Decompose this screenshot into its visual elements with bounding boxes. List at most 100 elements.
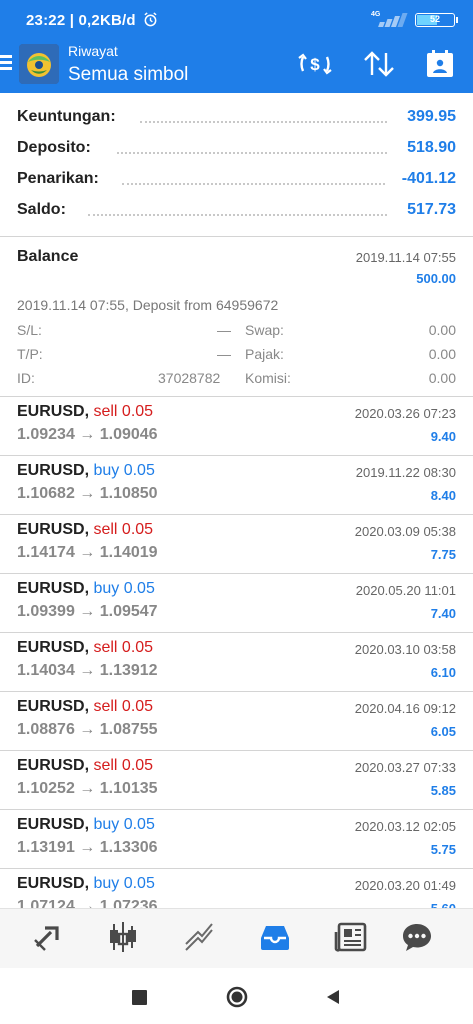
deal-prices: 1.09399 → 1.09547 (17, 603, 158, 620)
summary-row-deposit: Deposito: 518.90 (0, 131, 473, 162)
deal-date: 2020.03.26 07:23 (354, 406, 456, 421)
chart-icon[interactable] (103, 919, 143, 955)
deal-symbol: EURUSD, buy 0.05 (17, 580, 155, 598)
deal-symbol: EURUSD, sell 0.05 (17, 757, 153, 775)
deal-side: sell 0.05 (93, 639, 154, 656)
deal-date: 2020.03.10 03:58 (354, 642, 456, 657)
deal-prices: 1.13191 → 1.13306 (17, 839, 158, 856)
home-icon[interactable] (222, 982, 252, 1012)
menu-icon[interactable] (0, 52, 14, 76)
status-bar: 23:22 | 0,2KB/d 4G 52 (0, 0, 473, 40)
battery-icon: 52 (415, 13, 458, 27)
deal-symbol: EURUSD, buy 0.05 (17, 462, 155, 480)
sl-value: — (217, 322, 231, 338)
symbol-text: EURUSD, (17, 462, 90, 479)
trade-icon[interactable] (179, 919, 219, 955)
deal-profit: 5.75 (430, 842, 456, 857)
deal-symbol: EURUSD, buy 0.05 (17, 875, 155, 893)
back-icon[interactable] (318, 982, 348, 1012)
deal-prices: 1.10252 → 1.10135 (17, 780, 158, 797)
deal-symbol: EURUSD, sell 0.05 (17, 639, 153, 657)
deal-row[interactable]: EURUSD, sell 0.05 1.09234 → 1.09046 2020.0… (0, 396, 473, 455)
bottom-tab-bar (0, 908, 473, 968)
deal-profit: 5.85 (430, 783, 456, 798)
deal-date: 2020.03.09 05:38 (354, 524, 456, 539)
summary-value: 517.73 (407, 201, 456, 218)
deal-side: buy 0.05 (93, 462, 155, 479)
summary-panel: Keuntungan: 399.95 Deposito: 518.90 Pena… (0, 100, 473, 224)
deal-profit: 9.40 (430, 429, 456, 444)
symbol-text: EURUSD, (17, 816, 90, 833)
deal-row[interactable]: EURUSD, buy 0.05 1.10682 → 1.10850 2019.11… (0, 455, 473, 514)
summary-label: Deposito: (17, 139, 91, 156)
summary-row-balance: Saldo: 517.73 (0, 193, 473, 224)
history-icon[interactable] (255, 919, 295, 955)
balance-description: 2019.11.14 07:55, Deposit from 64959672 (17, 297, 279, 313)
swap-value: 0.00 (428, 322, 456, 338)
deal-profit: 7.40 (430, 606, 456, 621)
deal-row[interactable]: EURUSD, sell 0.05 1.14174 → 1.14019 2020.0… (0, 514, 473, 573)
deal-row[interactable]: EURUSD, sell 0.05 1.14034 → 1.13912 2020.0… (0, 632, 473, 691)
deal-prices: 1.14034 → 1.13912 (17, 662, 158, 679)
tax-value: 0.00 (428, 346, 456, 362)
symbol-text: EURUSD, (17, 580, 90, 597)
sort-icon[interactable] (361, 49, 397, 79)
balance-title: Balance (17, 248, 79, 265)
summary-label: Penarikan: (17, 170, 99, 187)
alarm-icon (144, 12, 157, 27)
id-value: 37028782 (158, 370, 221, 386)
balance-date: 2019.11.14 07:55 (355, 250, 456, 265)
deal-date: 2020.03.27 07:33 (354, 760, 456, 775)
deal-prices: 1.10682 → 1.10850 (17, 485, 158, 502)
header-subtitle: Riwayat (68, 43, 118, 59)
symbol-text: EURUSD, (17, 875, 90, 892)
summary-row-profit: Keuntungan: 399.95 (0, 100, 473, 131)
summary-row-withdrawal: Penarikan: -401.12 (0, 162, 473, 193)
deal-side: sell 0.05 (93, 403, 154, 420)
balance-entry[interactable]: Balance 2019.11.14 07:55 500.00 2019.11.… (0, 238, 473, 394)
news-icon[interactable] (331, 919, 371, 955)
symbol-text: EURUSD, (17, 639, 90, 656)
deal-row[interactable]: EURUSD, sell 0.05 1.10252 → 1.10135 2020.0… (0, 750, 473, 809)
deal-row[interactable]: EURUSD, buy 0.05 1.09399 → 1.09547 2020.05… (0, 573, 473, 632)
calendar-icon[interactable] (422, 49, 458, 79)
commission-label: Komisi: (245, 370, 291, 386)
status-right: 4G 52 (371, 10, 458, 30)
deal-side: buy 0.05 (93, 580, 155, 597)
metatrader-logo[interactable] (19, 44, 59, 84)
symbol-text: EURUSD, (17, 403, 90, 420)
deal-date: 2020.03.20 01:49 (354, 878, 456, 893)
signal-icon: 4G (371, 11, 409, 27)
quotes-icon[interactable] (28, 919, 68, 955)
deal-date: 2019.11.22 08:30 (355, 465, 456, 480)
app-bar: Riwayat Semua simbol $ (0, 40, 473, 93)
deal-profit: 8.40 (430, 488, 456, 503)
deal-date: 2020.03.12 02:05 (354, 819, 456, 834)
id-label: ID: (17, 370, 35, 386)
symbol-text: EURUSD, (17, 521, 90, 538)
recents-icon[interactable] (124, 982, 154, 1012)
summary-value: 518.90 (407, 139, 456, 156)
deal-row[interactable]: EURUSD, sell 0.05 1.08876 → 1.08755 2020.0… (0, 691, 473, 750)
deal-side: sell 0.05 (93, 521, 154, 538)
deal-symbol: EURUSD, sell 0.05 (17, 521, 153, 539)
chat-icon[interactable] (397, 919, 437, 955)
commission-value: 0.00 (428, 370, 456, 386)
deal-side: buy 0.05 (93, 875, 155, 892)
deal-prices: 1.14174 → 1.14019 (17, 544, 158, 561)
header-title[interactable]: Semua simbol (68, 64, 188, 86)
svg-text:$: $ (310, 55, 320, 74)
sl-label: S/L: (17, 322, 42, 338)
divider (0, 236, 473, 237)
deal-profit: 7.75 (430, 547, 456, 562)
deal-profit: 6.05 (430, 724, 456, 739)
deal-symbol: EURUSD, sell 0.05 (17, 403, 153, 421)
currency-exchange-icon[interactable]: $ (297, 49, 333, 79)
status-time: 23:22 | 0,2KB/d (26, 12, 158, 29)
deal-row[interactable]: EURUSD, buy 0.05 1.13191 → 1.13306 2020.03… (0, 809, 473, 868)
symbol-text: EURUSD, (17, 757, 90, 774)
deal-symbol: EURUSD, sell 0.05 (17, 698, 153, 716)
summary-value: 399.95 (407, 108, 456, 125)
balance-amount: 500.00 (416, 271, 456, 286)
top-bar: 23:22 | 0,2KB/d 4G 52 Riwayat Semua simb… (0, 0, 473, 93)
